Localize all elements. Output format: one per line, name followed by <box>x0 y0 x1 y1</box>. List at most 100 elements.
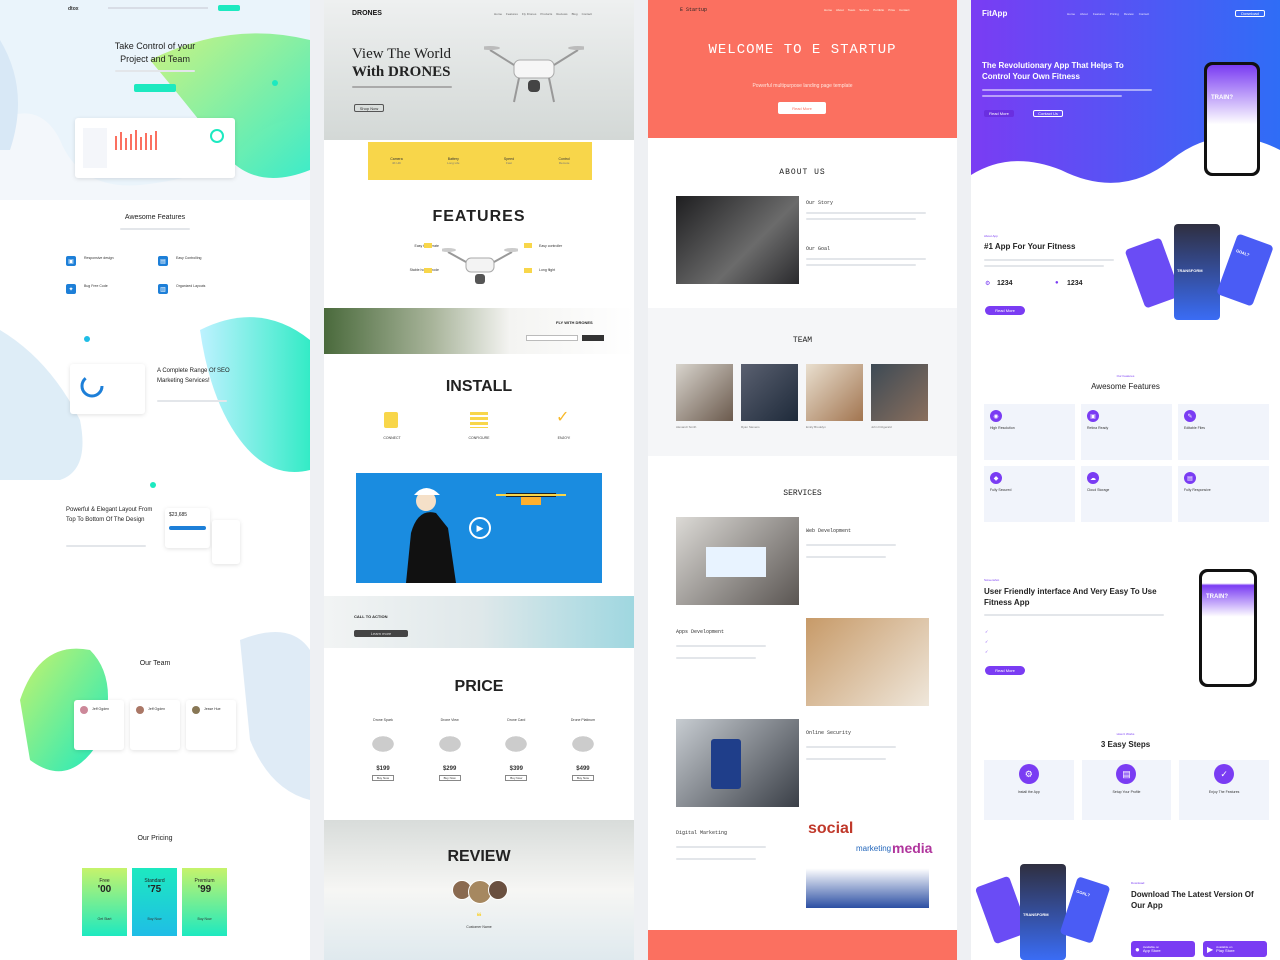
plan-card-free: Free '00 Get Start <box>82 868 127 936</box>
app-store-button[interactable]: ● Available on App Store <box>1131 941 1195 957</box>
nav-item[interactable]: Features <box>506 12 518 16</box>
nav-item[interactable]: Blog <box>572 12 578 16</box>
reviewer-avatars <box>452 880 508 906</box>
feature-label: Cloud Storage <box>1087 488 1110 492</box>
feature-label: Retina Ready <box>1087 426 1109 430</box>
download-title: Download The Latest Version Of Our App <box>1131 890 1254 910</box>
nav-item[interactable]: Price <box>888 8 895 12</box>
drones-template-preview: DRONES Home Features Fly Drones Products Rev… <box>324 0 634 960</box>
service-text <box>806 556 886 558</box>
ui-read-more-button[interactable]: Read More <box>985 666 1025 675</box>
retina-icon: ▣ <box>1087 410 1099 422</box>
responsive-icon: ▤ <box>1184 472 1196 484</box>
buy-button[interactable]: Buy Now <box>438 775 461 781</box>
nav-item[interactable]: Pricing <box>1110 12 1119 16</box>
subscribe-button[interactable] <box>582 335 604 341</box>
shop-now-button[interactable]: Shop Now <box>354 104 384 112</box>
startup-nav[interactable]: Home About Team Service Portfolio Price Contac… <box>824 8 909 12</box>
buy-button[interactable]: Buy Now <box>571 775 594 781</box>
dtox-logo[interactable]: dtox <box>68 6 79 12</box>
nav-item[interactable]: Team <box>848 8 855 12</box>
nav-item[interactable]: Features <box>1093 12 1105 16</box>
ui-desc <box>984 614 1164 616</box>
fitapp-logo[interactable]: FitApp <box>982 9 1007 18</box>
nav-item[interactable]: Home <box>824 8 832 12</box>
goal-text <box>806 264 916 266</box>
nav-item[interactable]: Portfolio <box>873 8 884 12</box>
startup-logo[interactable]: E Startup <box>680 7 707 13</box>
spec-sub: 4K HD <box>392 161 401 165</box>
nav-item[interactable]: Contact <box>1139 12 1149 16</box>
nav-item[interactable]: Review <box>1124 12 1134 16</box>
drone-thumb <box>491 726 542 762</box>
dtox-nav[interactable] <box>108 7 208 9</box>
mini-card <box>212 520 240 564</box>
member-name: Jesse Hue <box>204 707 221 711</box>
app-screen <box>1124 237 1182 309</box>
install-title: INSTALL <box>445 378 513 395</box>
goal-word: GOAL? <box>1235 247 1251 258</box>
check-icon: ✓ <box>985 649 989 654</box>
step-label: ENJOY! <box>557 436 571 440</box>
nav-item[interactable]: Contact <box>582 12 592 16</box>
fitapp-nav[interactable]: Home About Features Pricing Review Contact <box>1067 12 1149 16</box>
dtox-nav-button[interactable] <box>218 5 240 11</box>
features-grid: ◉ High Resolution ▣ Retina Ready ✎ Editable… <box>984 404 1269 522</box>
team-photo <box>676 364 733 421</box>
download-kicker: Download <box>1131 881 1145 885</box>
app-screen: GOAL? <box>1059 876 1111 944</box>
contact-button[interactable]: Contact Us <box>1033 110 1063 117</box>
play-store-button[interactable]: ▶ Available on Play Store <box>1203 941 1267 957</box>
nav-item[interactable]: About <box>836 8 844 12</box>
phone-word: TRAIN? <box>1206 594 1228 600</box>
dtox-feature-item: ▣ <box>66 256 76 266</box>
product-card: Drone Spark $199 Buy Now <box>358 718 408 784</box>
product-name: Drone Spark <box>373 718 393 722</box>
social-media-photo: social marketing media <box>806 820 932 908</box>
about-desc <box>984 265 1104 267</box>
store-name: Play Store <box>1216 948 1235 953</box>
dtox-hero-button[interactable] <box>134 84 176 92</box>
cta-title: CALL TO ACTION <box>354 614 388 619</box>
drones-nav[interactable]: Home Features Fly Drones Products Reviews Blo… <box>494 12 592 16</box>
nav-item[interactable]: Service <box>859 8 869 12</box>
member-name: Jeff Ogden <box>92 707 110 711</box>
nav-item[interactable]: Reviews <box>556 12 567 16</box>
buy-button[interactable]: Buy Now <box>372 775 394 781</box>
review-title: REVIEW <box>447 848 511 865</box>
plan-button[interactable]: Buy Now <box>132 917 177 921</box>
cta-banner <box>324 596 634 648</box>
video-thumbnail[interactable]: ▶ <box>356 473 602 583</box>
nav-download-button[interactable]: Download <box>1235 10 1265 17</box>
stat-value: 1234 <box>1067 280 1083 287</box>
feature-card: ✎ Editable Files <box>1178 404 1269 460</box>
email-input[interactable] <box>526 335 578 341</box>
office-photo <box>676 196 799 284</box>
play-icon[interactable]: ▶ <box>469 517 491 539</box>
cta-button[interactable]: Learn more <box>354 630 408 637</box>
nav-item[interactable]: Contact <box>899 8 909 12</box>
spec-item: Speed Fast <box>504 157 514 165</box>
nav-item[interactable]: Fly Drones <box>522 12 537 16</box>
read-more-button[interactable]: Read More <box>984 110 1014 117</box>
buy-button[interactable]: Buy Now <box>505 775 528 781</box>
goal-word: GOAL? <box>1075 888 1091 898</box>
read-more-button[interactable]: Read More <box>778 102 826 114</box>
step-label: Setup Your Profile <box>1112 790 1141 794</box>
plan-button[interactable]: Get Start <box>82 917 127 921</box>
startup-template-preview: E Startup Home About Team Service Portfolio P… <box>648 0 957 960</box>
phone-mockup-2: TRAIN? <box>1199 569 1257 687</box>
drones-logo[interactable]: DRONES <box>352 10 382 17</box>
fly-title: FLY WITH DRONES <box>556 320 593 325</box>
app-screen: TRANSFORM <box>1174 224 1220 320</box>
nav-item[interactable]: About <box>1080 12 1088 16</box>
service-text <box>806 544 896 546</box>
nav-item[interactable]: Home <box>1067 12 1075 16</box>
drone-image <box>484 46 584 103</box>
nav-item[interactable]: Home <box>494 12 502 16</box>
about-read-more-button[interactable]: Read More <box>985 306 1025 315</box>
nav-item[interactable]: Products <box>540 12 552 16</box>
decor-dot <box>150 482 156 488</box>
plan-button[interactable]: Buy Now <box>182 917 227 921</box>
spec-item: Camera 4K HD <box>390 157 402 165</box>
